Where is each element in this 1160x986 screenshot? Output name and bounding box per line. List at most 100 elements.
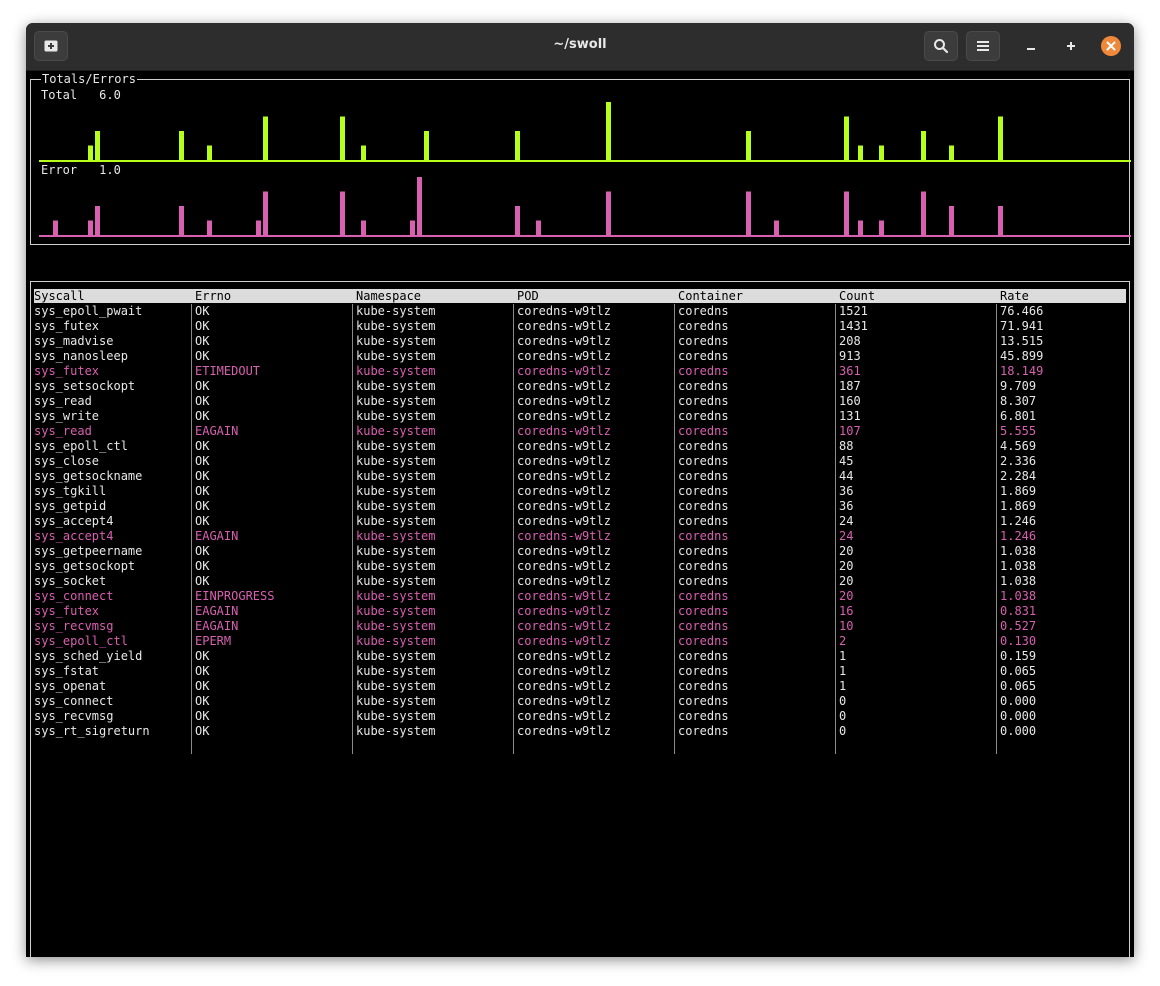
table-row[interactable]: sys_sched_yield OK kube-system coredns-w9tl…: [34, 649, 1126, 664]
cell-rate: 5.555: [1000, 424, 1037, 438]
cell-errno: OK: [195, 484, 210, 498]
cell-namespace: kube-system: [356, 424, 436, 438]
cell-namespace: kube-system: [356, 469, 436, 483]
table-row[interactable]: sys_accept4 OK kube-system coredns-w9tlz cor…: [34, 514, 1126, 529]
cell-rate: 1.038: [1000, 589, 1037, 603]
column-header-rate[interactable]: Rate: [1000, 289, 1029, 303]
table-row[interactable]: sys_rt_sigreturn OK kube-system coredns-w9t…: [34, 724, 1126, 739]
table-row[interactable]: sys_recvmsg EAGAIN kube-system coredns-w9tl…: [34, 619, 1126, 634]
cell-container: coredns: [678, 454, 729, 468]
cell-count: 0: [839, 694, 847, 708]
cell-pod: coredns-w9tlz: [517, 499, 611, 513]
chart-bar: [263, 191, 268, 235]
table-row[interactable]: sys_getpid OK kube-system coredns-w9tlz core…: [34, 499, 1126, 514]
cell-pod: coredns-w9tlz: [517, 349, 611, 363]
table-row[interactable]: sys_close OK kube-system coredns-w9tlz cored…: [34, 454, 1126, 469]
cell-container: coredns: [678, 544, 729, 558]
cell-syscall: sys_accept4: [34, 529, 114, 543]
table-row[interactable]: sys_setsockopt OK kube-system coredns-w9tlz…: [34, 379, 1126, 394]
chart-bar: [53, 220, 58, 235]
table-row[interactable]: sys_getsockopt OK kube-system coredns-w9tlz…: [34, 559, 1126, 574]
cell-namespace: kube-system: [356, 589, 436, 603]
chart-bar: [606, 102, 611, 160]
cell-container: coredns: [678, 304, 729, 318]
cell-pod: coredns-w9tlz: [517, 409, 611, 423]
table-row[interactable]: sys_getpeername OK kube-system coredns-w9tl…: [34, 544, 1126, 559]
table-row[interactable]: sys_futex OK kube-system coredns-w9tlz cored…: [34, 319, 1126, 334]
cell-count: 36: [839, 484, 854, 498]
cell-count: 20: [839, 589, 854, 603]
cell-container: coredns: [678, 559, 729, 573]
column-header-syscall[interactable]: Syscall: [34, 289, 85, 303]
cell-count: 1: [839, 649, 847, 663]
cell-count: 1521: [839, 304, 868, 318]
error-value: 1.0: [99, 163, 121, 177]
chart-bar: [88, 220, 93, 235]
menu-button[interactable]: [966, 31, 1000, 61]
table-row[interactable]: sys_futex EAGAIN kube-system coredns-w9tlz c…: [34, 604, 1126, 619]
cell-pod: coredns-w9tlz: [517, 634, 611, 648]
cell-namespace: kube-system: [356, 409, 436, 423]
table-row[interactable]: sys_recvmsg OK kube-system coredns-w9tlz cor…: [34, 709, 1126, 724]
chart-bar: [179, 206, 184, 235]
table-row[interactable]: sys_epoll_ctl EPERM kube-system coredns-w9t…: [34, 634, 1126, 649]
cell-syscall: sys_getpeername: [34, 544, 143, 558]
cell-namespace: kube-system: [356, 319, 436, 333]
cell-container: coredns: [678, 424, 729, 438]
column-header-container[interactable]: Container: [678, 289, 743, 303]
table-row[interactable]: sys_fstat OK kube-system coredns-w9tlz cored…: [34, 664, 1126, 679]
table-row[interactable]: sys_socket OK kube-system coredns-w9tlz core…: [34, 574, 1126, 589]
minimize-button[interactable]: [1021, 36, 1041, 56]
cell-rate: 0.130: [1000, 634, 1037, 648]
cell-container: coredns: [678, 364, 729, 378]
chart-bar: [340, 191, 345, 235]
cell-pod: coredns-w9tlz: [517, 694, 611, 708]
baseline: [39, 235, 1131, 237]
cell-errno: EINPROGRESS: [195, 589, 275, 603]
chart-bar: [515, 131, 520, 160]
cell-count: 1431: [839, 319, 868, 333]
table-row[interactable]: sys_epoll_pwait OK kube-system coredns-w9tl…: [34, 304, 1126, 319]
chart-bar: [417, 177, 422, 235]
cell-syscall: sys_futex: [34, 319, 100, 333]
chart-bar: [361, 220, 366, 235]
table-row[interactable]: sys_openat OK kube-system coredns-w9tlz core…: [34, 679, 1126, 694]
maximize-icon: [1067, 42, 1075, 50]
cell-rate: 1.038: [1000, 544, 1037, 558]
cell-syscall: sys_getsockopt: [34, 559, 136, 573]
cell-container: coredns: [678, 679, 729, 693]
cell-syscall: sys_tgkill: [34, 484, 107, 498]
cell-rate: 0.065: [1000, 679, 1037, 693]
column-header-count[interactable]: Count: [839, 289, 875, 303]
cell-rate: 1.246: [1000, 529, 1037, 543]
table-row[interactable]: sys_futex ETIMEDOUT kube-system coredns-w9t…: [34, 364, 1126, 379]
cell-pod: coredns-w9tlz: [517, 529, 611, 543]
cell-syscall: sys_recvmsg: [34, 709, 114, 723]
search-button[interactable]: [924, 31, 958, 61]
cell-syscall: sys_accept4: [34, 514, 114, 528]
table-row[interactable]: sys_connect OK kube-system coredns-w9tlz cor…: [34, 694, 1126, 709]
chart-bar: [361, 145, 366, 160]
table-row[interactable]: sys_tgkill OK kube-system coredns-w9tlz core…: [34, 484, 1126, 499]
table-row[interactable]: sys_connect EINPROGRESS kube-system coredns…: [34, 589, 1126, 604]
cell-pod: coredns-w9tlz: [517, 664, 611, 678]
table-row[interactable]: sys_getsockname OK kube-system coredns-w9tl…: [34, 469, 1126, 484]
table-row[interactable]: sys_write OK kube-system coredns-w9tlz cored…: [34, 409, 1126, 424]
table-row[interactable]: sys_nanosleep OK kube-system coredns-w9tlz c…: [34, 349, 1126, 364]
column-header-namespace[interactable]: Namespace: [356, 289, 421, 303]
column-header-errno[interactable]: Errno: [195, 289, 231, 303]
chart-bar: [410, 220, 415, 235]
table-row[interactable]: sys_read OK kube-system coredns-w9tlz coredn…: [34, 394, 1126, 409]
cell-namespace: kube-system: [356, 709, 436, 723]
close-button[interactable]: [1101, 36, 1121, 56]
column-header-pod[interactable]: POD: [517, 289, 539, 303]
maximize-button[interactable]: [1061, 36, 1081, 56]
table-row[interactable]: sys_epoll_ctl OK kube-system coredns-w9tlz c…: [34, 439, 1126, 454]
cell-container: coredns: [678, 379, 729, 393]
cell-errno: OK: [195, 319, 210, 333]
cell-errno: OK: [195, 574, 210, 588]
table-row[interactable]: sys_read EAGAIN kube-system coredns-w9tlz co…: [34, 424, 1126, 439]
cell-count: 16: [839, 604, 854, 618]
table-row[interactable]: sys_accept4 EAGAIN kube-system coredns-w9tl…: [34, 529, 1126, 544]
table-row[interactable]: sys_madvise OK kube-system coredns-w9tlz cor…: [34, 334, 1126, 349]
